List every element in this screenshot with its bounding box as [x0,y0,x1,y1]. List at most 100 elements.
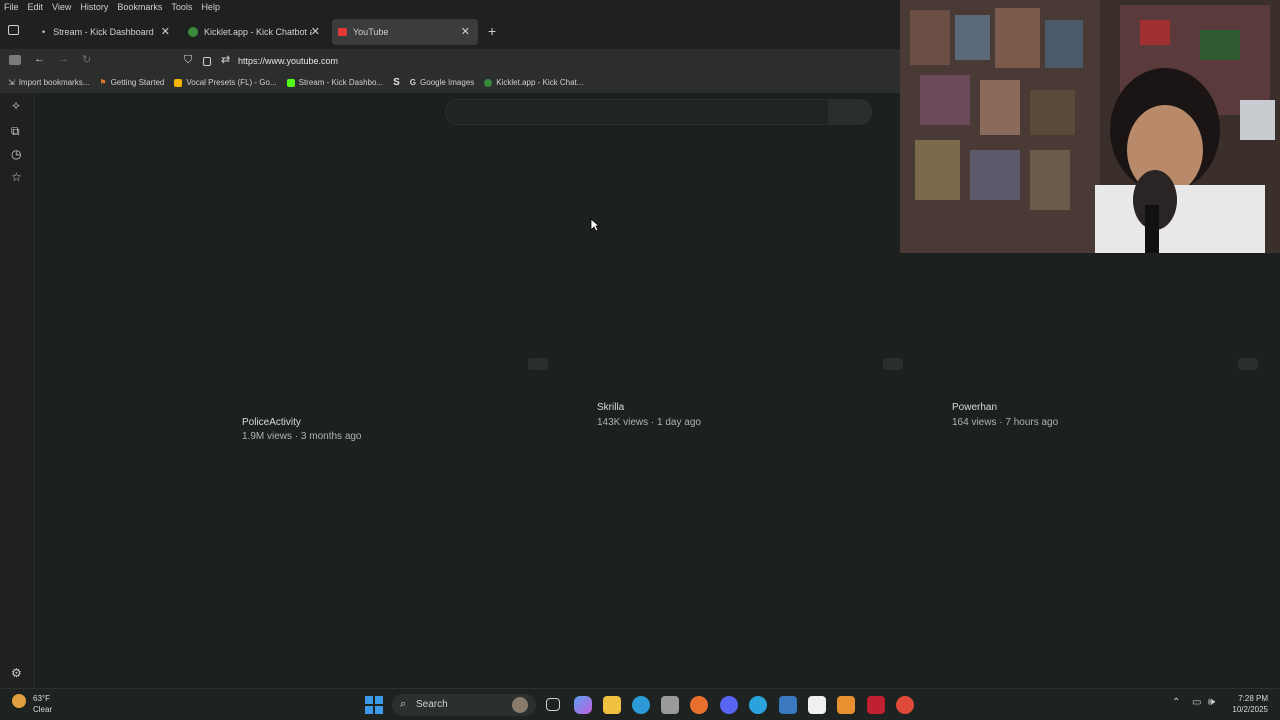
webcam-image [900,0,1280,253]
menu-bar: File Edit View History Bookmarks Tools H… [0,0,900,14]
tab-dot-icon: • [42,27,46,37]
video-duration-badge [1238,358,1258,370]
tab-overview-icon[interactable] [8,25,19,35]
video-meta: 164 views · 7 hours ago [952,417,1059,428]
s-logo-icon: S [393,77,400,88]
tab-label: Stream - Kick Dashboard [53,27,154,37]
kicklet-favicon-icon [188,27,198,37]
tab-youtube[interactable]: YouTube ✕ [332,19,478,45]
nav-bar: ← → ↻ ⛉ ⇄ https://www.youtube.com [0,49,900,72]
copilot-icon[interactable] [574,696,592,714]
tab-label: Kicklet.app - Kick Chatbot and C [204,27,312,37]
dzl-app-icon[interactable] [867,696,885,714]
close-icon[interactable]: ✕ [461,25,470,38]
edge-icon[interactable] [632,696,650,714]
chrome-icon[interactable] [896,696,914,714]
telegram-icon[interactable] [749,696,767,714]
menu-edit[interactable]: Edit [28,2,44,12]
kicklet-icon [484,78,493,87]
bookmark-s[interactable]: S [393,77,400,88]
url-text[interactable]: https://www.youtube.com [238,56,338,66]
youtube-favicon-icon [338,28,347,36]
bookmark-label: Kicklet.app - Kick Chat... [496,78,584,87]
bookmark-getting-started[interactable]: ⚑ Getting Started [99,78,164,87]
bookmark-kicklet[interactable]: Kicklet.app - Kick Chat... [484,78,583,87]
back-icon[interactable]: ← [34,53,45,65]
fl-studio-icon[interactable] [837,696,855,714]
youtube-search-button[interactable] [829,99,872,125]
bookmark-label: Getting Started [110,78,165,87]
windows-logo-icon [365,706,373,714]
reload-icon[interactable]: ↻ [82,53,91,66]
weather-temp: 63°F [33,694,50,703]
tab-kick-dashboard[interactable]: • Stream - Kick Dashboard ✕ [28,19,178,45]
video-channel[interactable]: Skrilla [597,402,624,413]
synced-tabs-icon[interactable]: ⧉ [11,124,20,139]
file-explorer-icon[interactable] [603,696,621,714]
sidebar-toggle-icon[interactable] [9,55,21,65]
firefox-icon: ⚑ [99,78,107,87]
menu-help[interactable]: Help [201,2,220,12]
volume-icon[interactable]: 🕪 [1208,696,1215,709]
google-icon: G [409,78,417,87]
weather-widget[interactable]: 63°F Clear [12,693,52,715]
video-channel[interactable]: Powerhan [952,402,997,413]
video-channel[interactable]: PoliceActivity [242,417,301,428]
menu-file[interactable]: File [4,2,19,12]
import-icon: ⇲ [8,78,15,87]
search-highlight-icon [512,697,528,713]
tab-label: YouTube [353,27,389,37]
capcut-icon[interactable] [808,696,826,714]
store-icon[interactable] [661,696,679,714]
bookmark-label: Import bookmarks... [18,78,90,87]
close-icon[interactable]: ✕ [161,25,170,38]
bookmark-kick-dashboard[interactable]: Stream - Kick Dashbo... [286,78,384,87]
bookmark-vocal-presets[interactable]: Vocal Presets (FL) - Go... [174,78,277,87]
forward-icon[interactable]: → [58,53,69,65]
windows-taskbar: 63°F Clear ⌕ Search ⌃ ▭ 🕪 7:28 PM 10/2/2… [0,688,1280,720]
browser-sidebar: ✧ ⧉ ◷ ☆ ⚙ [0,93,35,688]
settings-gear-icon[interactable]: ⚙ [11,666,22,680]
windows-logo-icon [375,696,383,704]
weather-icon [12,694,26,708]
windows-logo-icon [365,696,373,704]
firefox-taskbar-icon[interactable] [690,696,708,714]
menu-history[interactable]: History [80,2,108,12]
youtube-search-input[interactable] [445,99,829,125]
new-tab-icon[interactable]: + [488,23,496,39]
visual-studio-icon[interactable] [779,696,797,714]
network-icon[interactable]: ▭ [1192,697,1201,708]
lock-icon[interactable] [203,57,211,66]
permissions-icon[interactable]: ⇄ [221,53,230,66]
bookmarks-star-icon[interactable]: ☆ [11,170,22,184]
close-icon[interactable]: ✕ [311,25,320,38]
weather-desc: Clear [33,705,53,714]
kick-icon [286,78,295,87]
video-duration-badge [528,358,548,370]
system-clock[interactable]: 7:28 PM 10/2/2025 [1232,693,1268,715]
history-icon[interactable]: ◷ [11,147,21,161]
tray-chevron-icon[interactable]: ⌃ [1172,697,1180,708]
search-icon: ⌕ [400,698,407,710]
drive-icon [174,78,183,87]
taskbar-search[interactable]: ⌕ Search [392,694,536,716]
bookmark-label: Stream - Kick Dashbo... [298,78,384,87]
task-view-icon[interactable] [546,698,560,711]
tab-kicklet[interactable]: Kicklet.app - Kick Chatbot and C ✕ [180,19,328,45]
bookmark-google-images[interactable]: G Google Images [410,78,475,87]
url-bar[interactable]: ⛉ ⇄ https://www.youtube.com [180,51,900,71]
discord-icon[interactable] [720,696,738,714]
start-button[interactable] [365,696,383,714]
ai-chat-icon[interactable]: ✧ [11,99,21,113]
video-duration-badge [883,358,903,370]
menu-bookmarks[interactable]: Bookmarks [117,2,162,12]
menu-tools[interactable]: Tools [171,2,192,12]
tab-bar: • Stream - Kick Dashboard ✕ Kicklet.app … [0,14,900,49]
video-meta: 1.9M views · 3 months ago [242,431,362,442]
clock-time: 7:28 PM [1238,694,1268,703]
bookmark-import[interactable]: ⇲ Import bookmarks... [8,78,89,87]
menu-view[interactable]: View [52,2,71,12]
bookmarks-bar: ⇲ Import bookmarks... ⚑ Getting Started … [0,72,900,93]
webcam-overlay [900,0,1280,253]
shield-icon[interactable]: ⛉ [184,54,192,67]
